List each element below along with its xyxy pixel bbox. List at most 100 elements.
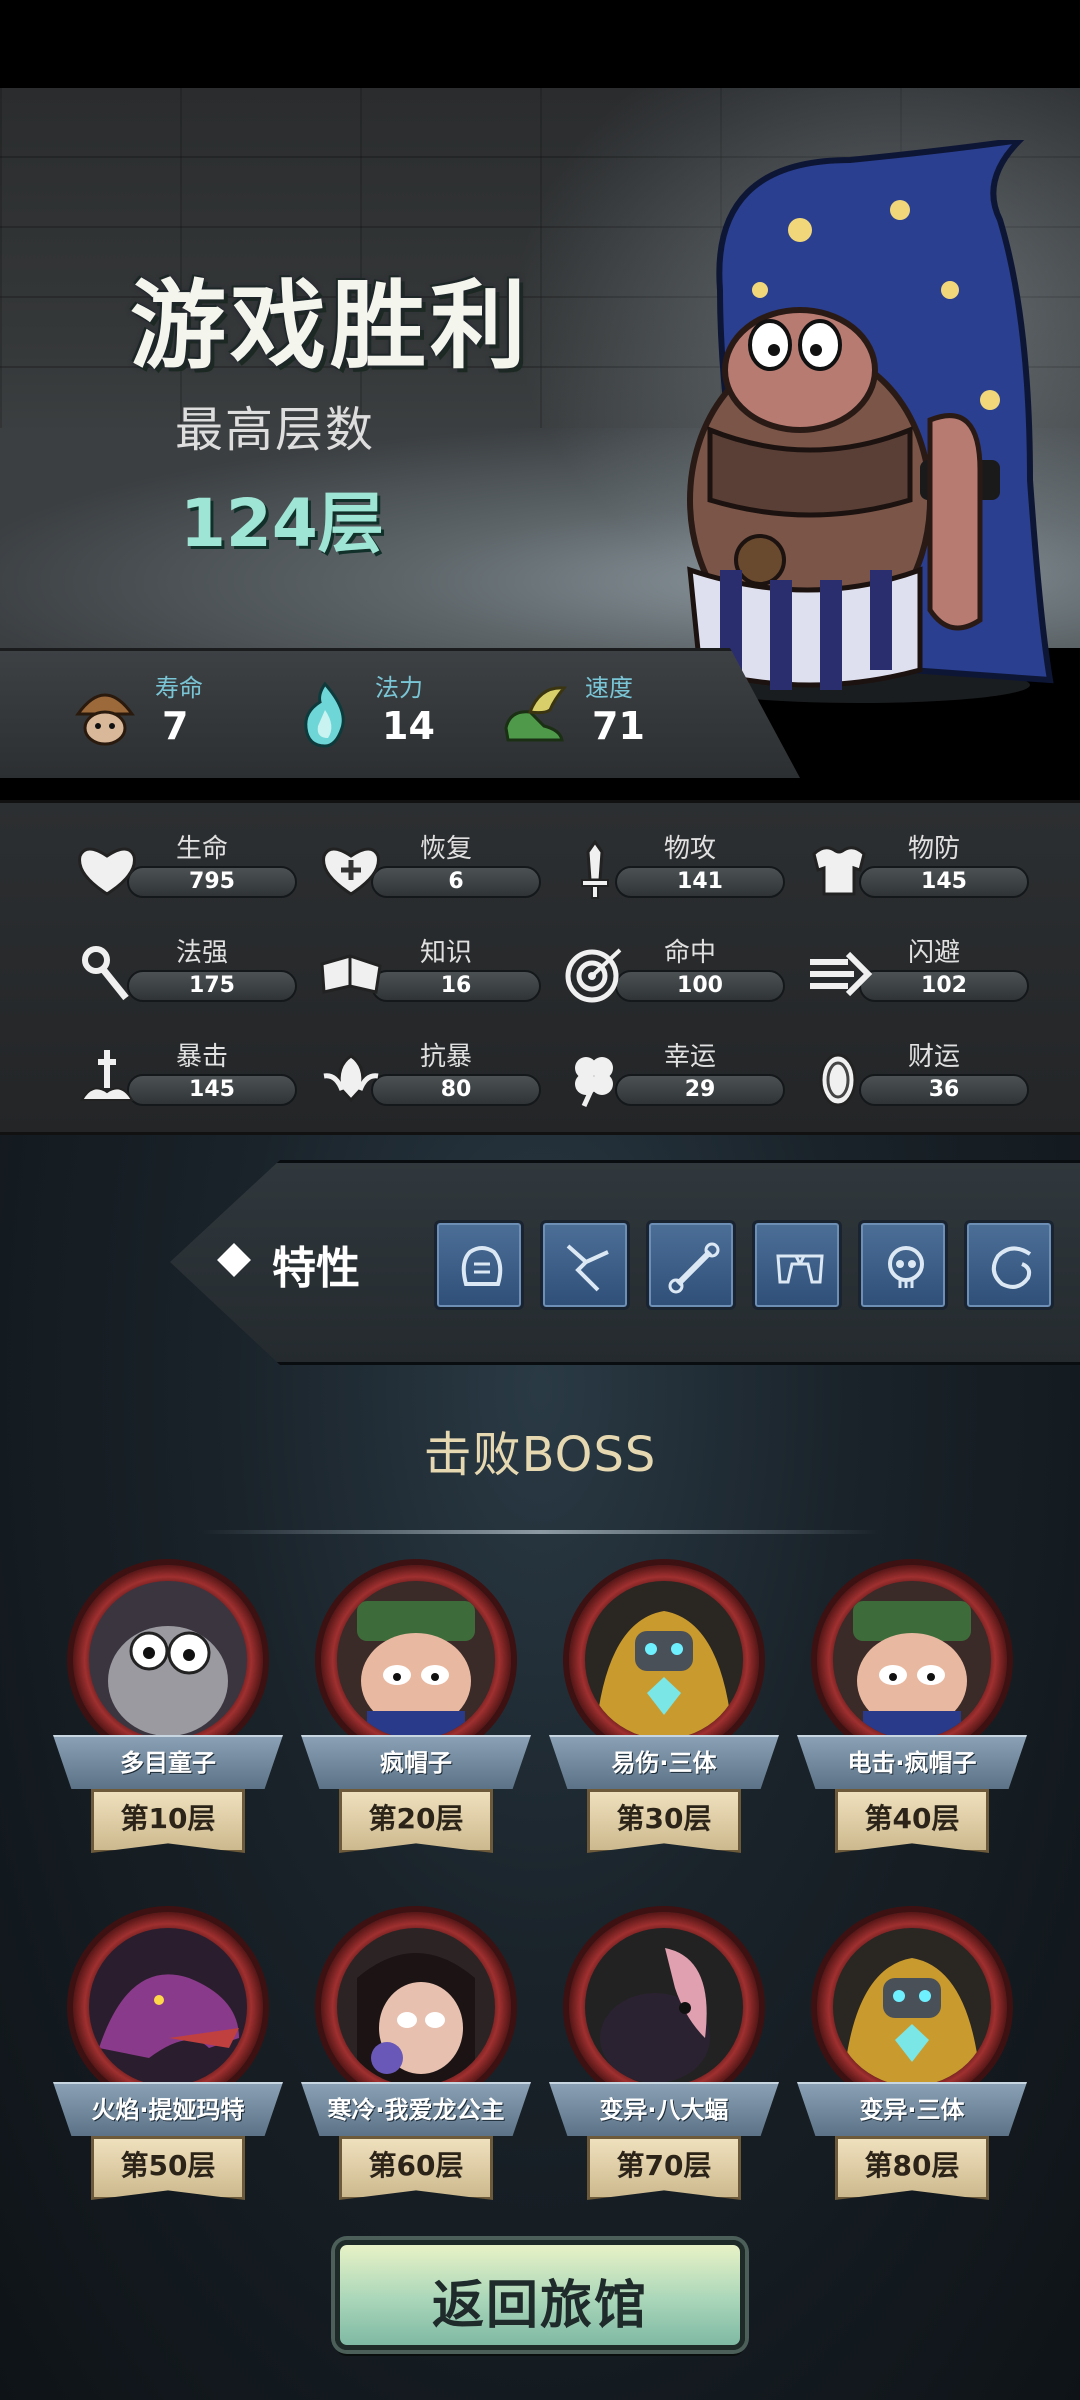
stat-label: 恢复: [419, 834, 472, 864]
boss-card[interactable]: 寒冷·我爱龙公主 第60层: [301, 1912, 531, 2232]
stat-knowledge: 知识 16: [316, 932, 541, 1002]
basic-stat-value: 71: [592, 704, 645, 748]
traits-label: 特性: [272, 1243, 360, 1294]
max-floor-label: 最高层数: [175, 402, 376, 458]
boss-portrait: [89, 1928, 247, 2086]
flame-icon: [304, 681, 345, 748]
boss-name: 变异·八大蝠: [599, 2096, 729, 2124]
coin-icon: [819, 1053, 857, 1107]
boss-name: 疯帽子: [380, 1749, 452, 1777]
boss-floor: 第40层: [864, 1802, 960, 1835]
staff-icon: [82, 946, 129, 1001]
stat-label: 物防: [907, 834, 960, 864]
stat-label: 命中: [663, 938, 716, 968]
sword-icon: [581, 840, 609, 899]
stat-physical-defense: 物防 145: [804, 828, 1029, 898]
boss-portrait: [337, 1928, 495, 2086]
wing-shoe-icon: [504, 686, 567, 742]
stat-critical: 暴击 145: [72, 1036, 297, 1106]
trait-pistols-icon[interactable]: [752, 1220, 842, 1310]
wizard-character: [687, 140, 1054, 703]
basic-stat-value: 14: [382, 704, 435, 748]
stat-value: 102: [921, 973, 967, 998]
stat-value: 795: [189, 869, 235, 894]
boss-floor: 第60层: [368, 2149, 464, 2182]
return-button-label: 返回旅馆: [431, 2276, 648, 2336]
boss-portrait: [833, 1581, 991, 1739]
stat-hp: 生命 795: [72, 828, 297, 898]
boss-name: 寒冷·我爱龙公主: [327, 2096, 505, 2124]
stat-accuracy: 命中 100: [560, 932, 785, 1003]
boss-name: 电击·疯帽子: [847, 1749, 977, 1777]
basic-stat-value: 7: [162, 704, 189, 748]
stat-label: 抗暴: [419, 1042, 472, 1072]
stat-recovery: 恢复 6: [316, 828, 541, 898]
status-bar: [0, 0, 1080, 88]
stat-label: 幸运: [663, 1042, 716, 1072]
boss-portrait: [585, 1928, 743, 2086]
stat-label: 知识: [419, 938, 472, 968]
page-title: 游戏胜利: [130, 270, 530, 382]
stat-value: 145: [921, 869, 967, 894]
stat-label: 物攻: [663, 834, 716, 864]
stat-label: 财运: [907, 1042, 960, 1072]
stat-value: 141: [677, 869, 723, 894]
stat-value: 175: [189, 973, 235, 998]
stat-dodge: 闪避 102: [804, 932, 1029, 1002]
armor-icon: [812, 846, 866, 896]
stat-luck: 幸运 29: [560, 1036, 785, 1108]
book-icon: [320, 954, 382, 994]
boss-card[interactable]: 电击·疯帽子 第40层: [797, 1565, 1027, 1885]
boss-name: 多目童子: [120, 1749, 216, 1777]
boss-card[interactable]: 多目童子 第10层: [53, 1565, 283, 1885]
shield-leaf-icon: [323, 1054, 379, 1103]
boss-card[interactable]: 变异·三体 第80层: [797, 1912, 1027, 2232]
boss-floor: 第80层: [864, 2149, 960, 2182]
stat-value: 100: [677, 973, 723, 998]
boss-card[interactable]: 疯帽子 第20层: [301, 1565, 531, 1885]
target-icon: [565, 948, 622, 1003]
stat-value: 145: [189, 1077, 235, 1102]
boss-portrait: [89, 1581, 247, 1739]
max-floor-value: 124层: [180, 485, 384, 562]
basic-stat-label: 速度: [585, 674, 633, 702]
stat-magic-power: 法强 175: [72, 932, 297, 1002]
boss-name: 变异·三体: [859, 2096, 965, 2124]
boss-card[interactable]: 火焰·提娅玛特 第50层: [53, 1912, 283, 2232]
heart-plus-icon: [322, 847, 380, 896]
stat-value: 80: [440, 1077, 472, 1102]
stat-crit-resist: 抗暴 80: [316, 1036, 541, 1106]
boss-floor: 第50层: [120, 2149, 216, 2182]
boss-floor: 第30层: [616, 1802, 712, 1835]
basic-stat-label: 寿命: [155, 674, 203, 702]
boss-floor: 第70层: [616, 2149, 712, 2182]
mushroom-icon: [75, 693, 135, 746]
boss-portrait: [585, 1581, 743, 1739]
boss-floor: 第10层: [120, 1802, 216, 1835]
boss-floor: 第20层: [368, 1802, 464, 1835]
boss-portrait: [833, 1928, 991, 2086]
boss-card[interactable]: 易伤·三体 第30层: [549, 1565, 779, 1885]
trait-gauntlet-icon[interactable]: [434, 1220, 524, 1310]
stat-value: 6: [448, 869, 464, 894]
stat-label: 暴击: [175, 1042, 228, 1072]
dash-arrow-icon: [810, 951, 873, 997]
boss-card[interactable]: 变异·八大蝠 第70层: [549, 1912, 779, 2232]
trait-bone-icon[interactable]: [646, 1220, 736, 1310]
trait-skull-icon[interactable]: [858, 1220, 948, 1310]
stat-wealth: 财运 36: [804, 1036, 1029, 1107]
clover-icon: [575, 1057, 613, 1108]
trait-swirl-icon[interactable]: [964, 1220, 1054, 1310]
basic-stats-bar: 寿命 7 法力 14 速度 71: [0, 648, 1080, 778]
heart-icon: [78, 847, 136, 896]
boss-portrait: [337, 1581, 495, 1739]
trait-crack-icon[interactable]: [540, 1220, 630, 1310]
stat-value: 36: [928, 1077, 960, 1102]
boss-name: 易伤·三体: [611, 1749, 717, 1777]
defeated-bosses-heading: 击败BOSS: [423, 1427, 657, 1483]
stat-physical-attack: 物攻 141: [560, 828, 785, 899]
return-to-inn-button[interactable]: 返回旅馆: [335, 2240, 745, 2350]
stat-value: 29: [684, 1077, 716, 1102]
basic-stat-label: 法力: [375, 674, 423, 702]
boss-name: 火焰·提娅玛特: [91, 2096, 245, 2124]
